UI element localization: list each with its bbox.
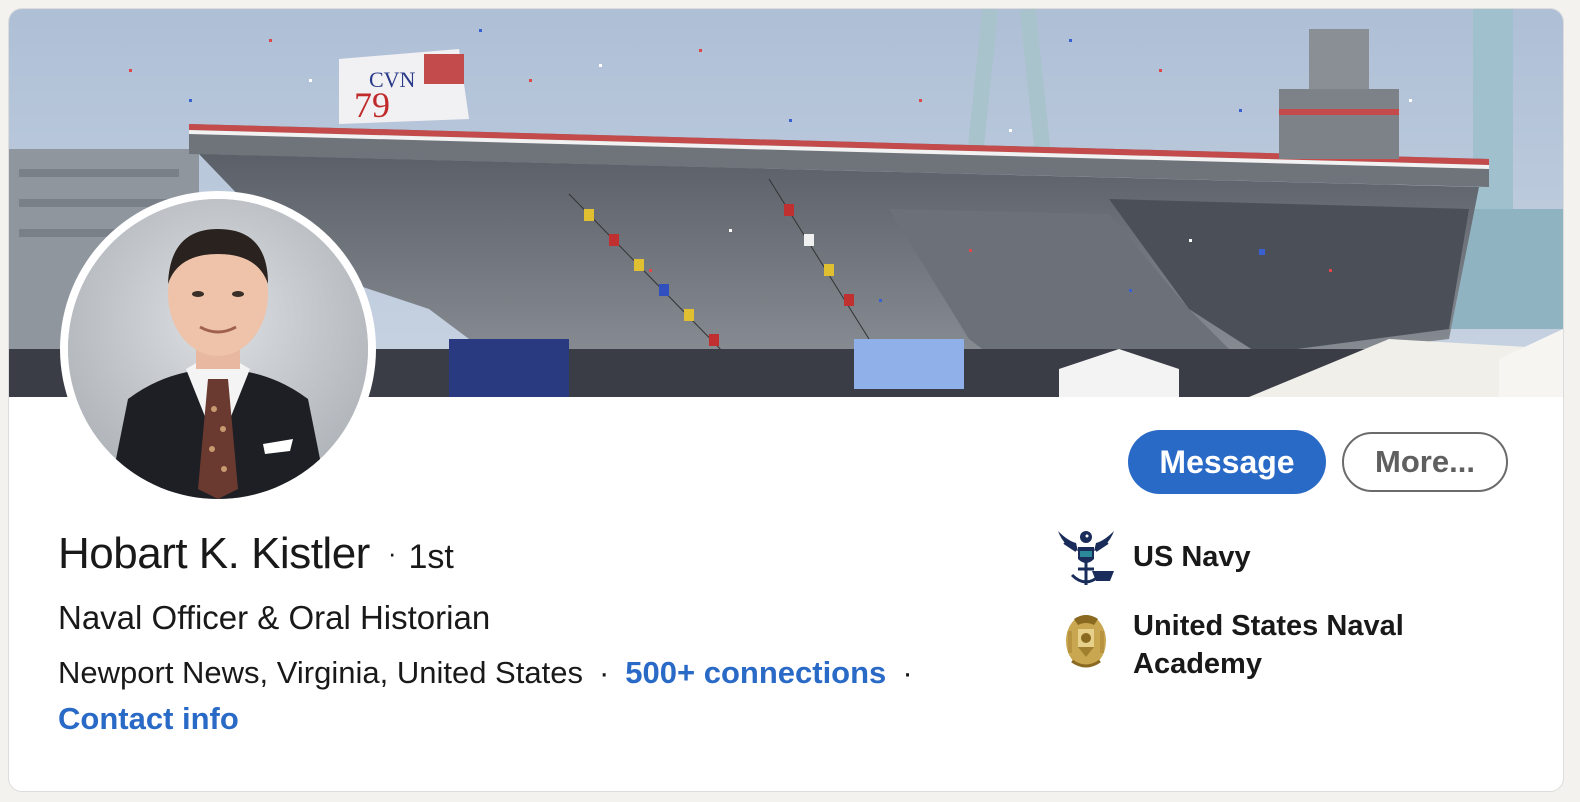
profile-photo[interactable]: [60, 191, 376, 507]
org-name-line-1: United States Naval: [1133, 610, 1404, 642]
degree-label: 1st: [408, 538, 454, 576]
profile-card: CVN 79 Message More... Hobart K. Kistler…: [8, 8, 1564, 792]
degree-separator: ·: [387, 538, 397, 568]
connection-degree: · 1st: [388, 538, 454, 577]
org-name-line-2: Academy: [1133, 648, 1262, 680]
location-row: Newport News, Virginia, United States · …: [58, 655, 929, 691]
more-button[interactable]: More...: [1342, 432, 1508, 492]
name-row: Hobart K. Kistler · 1st: [58, 529, 454, 579]
naval-academy-crest-icon: [1054, 611, 1118, 675]
profile-location: Newport News, Virginia, United States: [58, 655, 583, 690]
avatar: [68, 199, 368, 499]
navy-eagle-icon: [1054, 525, 1118, 589]
hull-marking-number: 79: [354, 85, 390, 125]
contact-info-link[interactable]: Contact info: [58, 701, 239, 737]
org-name: United States Naval Academy: [1133, 607, 1404, 683]
profile-headline: Naval Officer & Oral Historian: [58, 599, 491, 636]
org-name: US Navy: [1133, 541, 1251, 573]
connections-link[interactable]: 500+ connections: [625, 655, 886, 691]
org-naval-academy[interactable]: United States Naval Academy: [1054, 607, 1404, 683]
separator-dot: ·: [598, 655, 610, 690]
org-us-navy[interactable]: US Navy: [1054, 525, 1251, 589]
message-button[interactable]: Message: [1128, 430, 1326, 494]
separator-dot: ·: [902, 655, 913, 690]
profile-name: Hobart K. Kistler: [58, 529, 370, 578]
